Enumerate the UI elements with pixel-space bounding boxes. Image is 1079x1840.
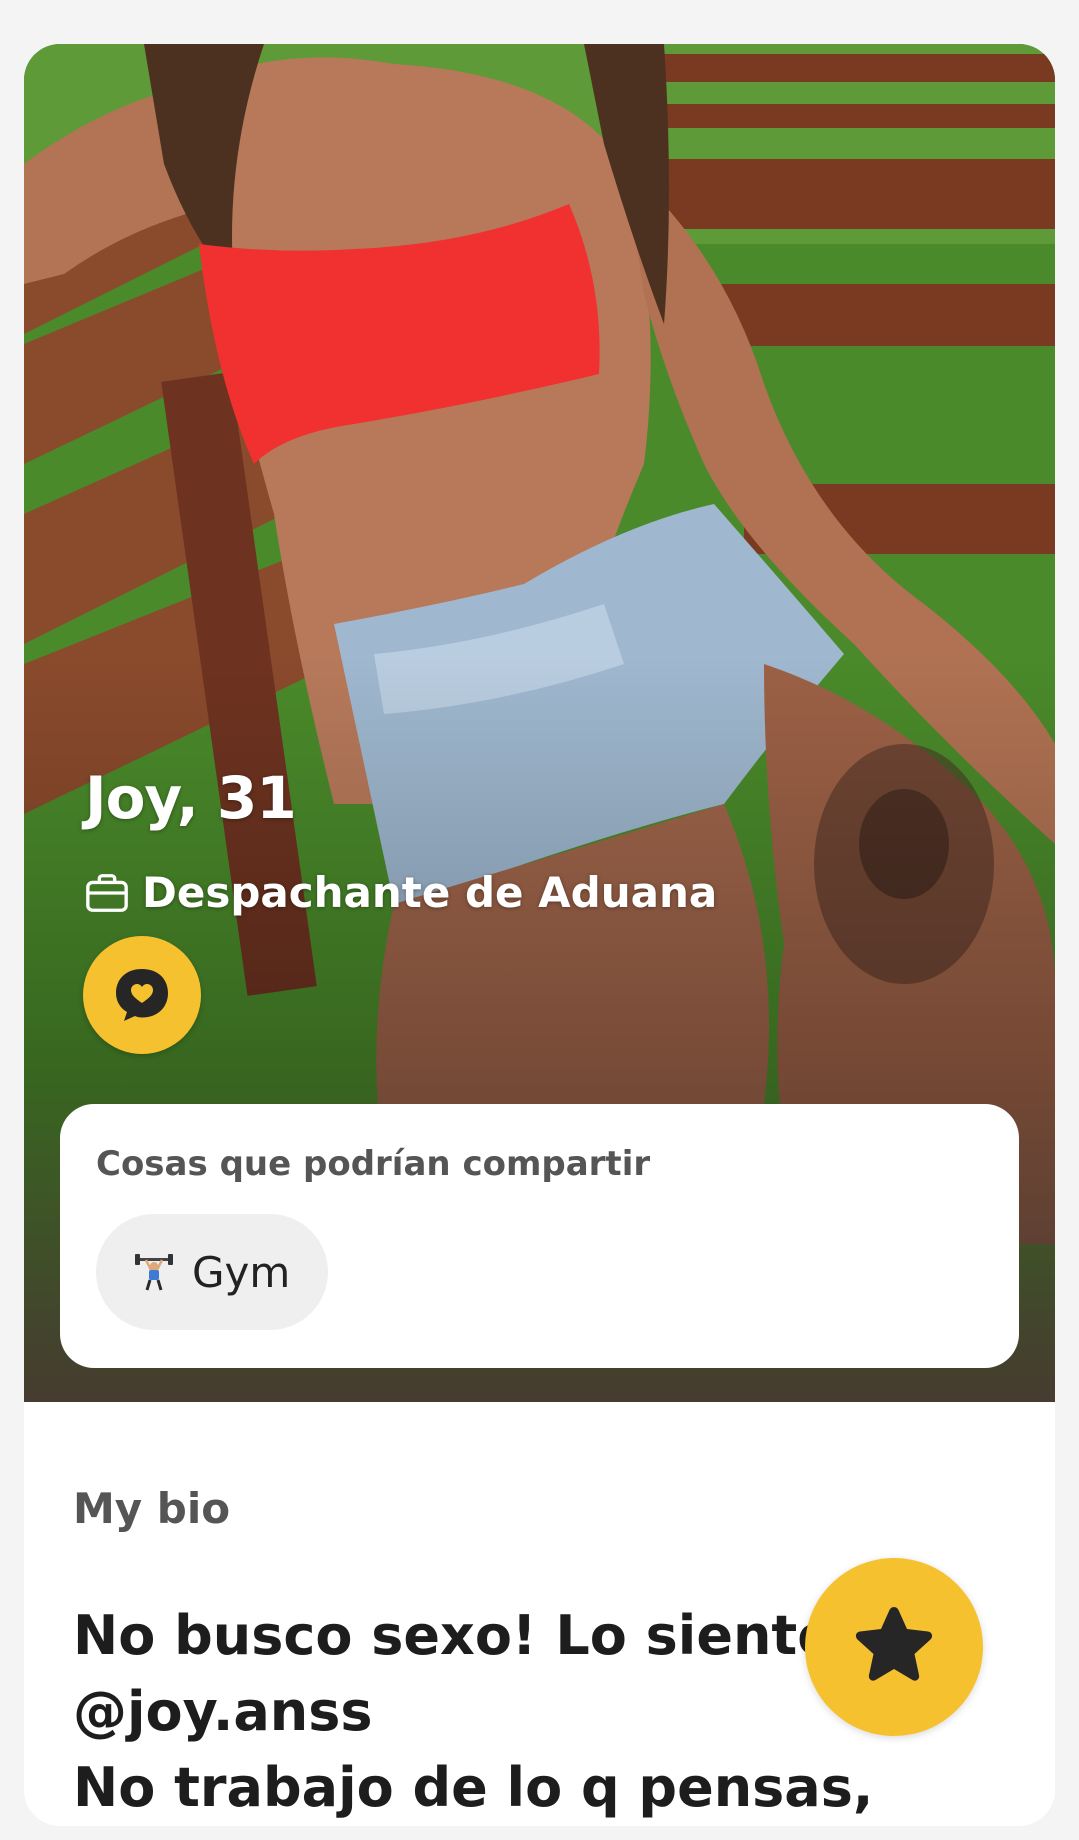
briefcase-icon: [86, 873, 128, 912]
superswipe-button[interactable]: [805, 1558, 983, 1736]
job-row: Despachante de Aduana: [84, 868, 717, 917]
shared-interests-card: Cosas que podrían compartir Gym: [60, 1104, 1019, 1368]
compliment-button[interactable]: [83, 936, 201, 1054]
shared-interests-title: Cosas que podrían compartir: [96, 1144, 651, 1184]
chat-heart-icon: [116, 969, 168, 1021]
bio-text: No busco sexo! Lo siento @joy.anss No tr…: [73, 1604, 874, 1819]
job-title: Despachante de Aduana: [142, 868, 718, 917]
bio-heading: My bio: [73, 1484, 231, 1533]
star-icon: [855, 1607, 933, 1681]
weightlifter-icon: [135, 1254, 173, 1291]
profile-name-age: Joy, 31: [85, 764, 297, 832]
interest-chip-gym[interactable]: Gym: [96, 1214, 329, 1330]
interest-chip-label: Gym: [192, 1247, 291, 1297]
